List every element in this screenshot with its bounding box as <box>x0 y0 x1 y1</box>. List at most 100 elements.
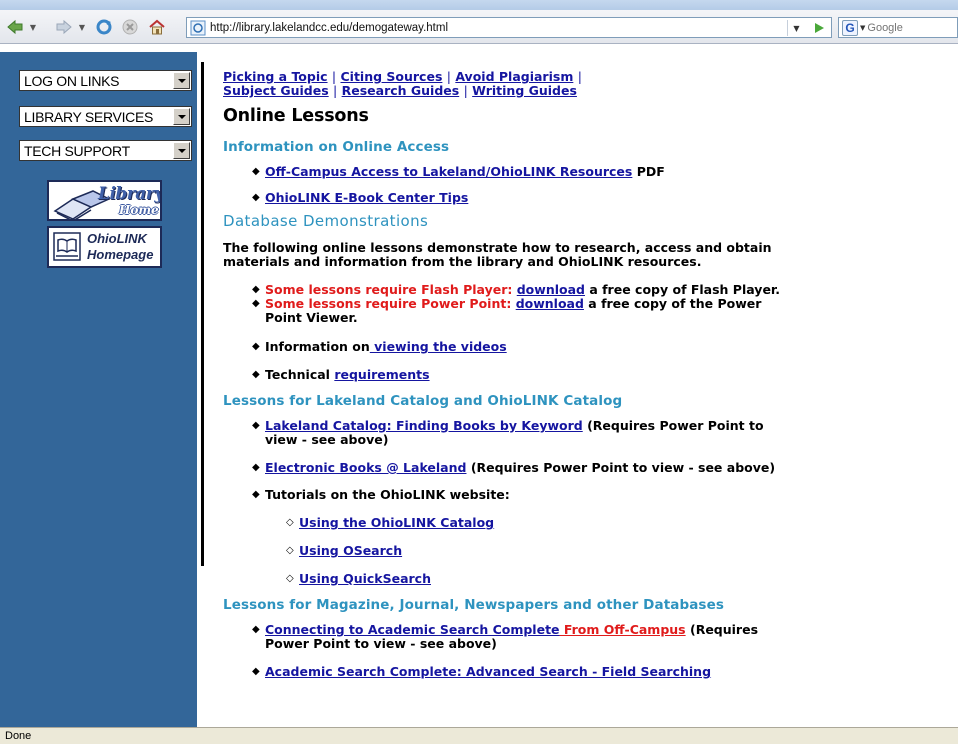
go-button[interactable] <box>810 20 828 36</box>
status-bar: Done <box>0 727 958 744</box>
section-heading-catalog: Lessons for Lakeland Catalog and OhioLIN… <box>223 393 623 409</box>
window-top-strip <box>0 0 958 10</box>
nav-separator: | <box>577 69 582 84</box>
forward-history-dropdown[interactable]: ▼ <box>77 19 87 35</box>
ebook-center-tips-link[interactable]: OhioLINK E-Book Center Tips <box>265 190 468 205</box>
nav-link-research-guides[interactable]: Research Guides <box>342 83 460 98</box>
using-osearch-link[interactable]: Using OSearch <box>299 543 402 558</box>
page-icon <box>190 20 206 35</box>
ohiolink-logo-line2: Homepage <box>87 247 154 262</box>
status-text: Done <box>5 730 32 742</box>
ohiolink-homepage-link[interactable]: OhioLINK Homepage <box>47 226 162 268</box>
section-heading-database-demos: Database Demonstrations <box>223 212 429 230</box>
list-item: ◆ Off-Campus Access to Lakeland/OhioLINK … <box>223 165 958 179</box>
bullet-icon: ◆ <box>252 420 260 431</box>
nav-link-subject-guides[interactable]: Subject Guides <box>223 83 329 98</box>
back-button[interactable] <box>6 19 24 35</box>
flash-suffix: a free copy of Flash Player. <box>584 282 781 297</box>
chevron-down-icon <box>173 108 190 125</box>
technical-requirements-link[interactable]: requirements <box>334 367 429 382</box>
search-box: G ▼ <box>838 17 958 38</box>
viewing-videos-link[interactable]: viewing the videos <box>370 339 507 354</box>
bullet-icon: ◆ <box>252 284 260 295</box>
chevron-down-icon <box>173 72 190 89</box>
reload-button[interactable] <box>95 19 113 35</box>
nav-separator: | <box>331 69 337 84</box>
library-logo-word: Library <box>98 184 162 204</box>
flash-requirement-note: Some lessons require Flash Player: <box>265 282 517 297</box>
bullet-icon: ◆ <box>252 192 260 203</box>
ohiolink-book-icon <box>53 232 81 261</box>
bullet-icon: ◆ <box>252 489 260 500</box>
list-item: ◆ Information on viewing the videos <box>223 340 958 354</box>
bullet-icon: ◆ <box>252 369 260 380</box>
list-item: ◆ OhioLINK E-Book Center Tips <box>223 191 958 205</box>
top-navigation: Picking a Topic | Citing Sources | Avoid… <box>223 70 958 98</box>
nav-link-citing-sources[interactable]: Citing Sources <box>340 69 442 84</box>
search-input[interactable] <box>867 21 948 34</box>
address-bar[interactable]: http://library.lakelandcc.edu/demogatewa… <box>186 17 832 38</box>
stop-button[interactable] <box>121 19 139 35</box>
demos-intro-line2: materials and information from the libra… <box>223 254 702 269</box>
online-access-list: ◆ Off-Campus Access to Lakeland/OhioLINK … <box>223 165 958 205</box>
log-on-links-select[interactable]: LOG ON LINKS <box>19 70 192 91</box>
section-heading-magazines: Lessons for Magazine, Journal, Newspaper… <box>223 597 724 613</box>
powerpoint-suffix-1: a free copy of the Power <box>583 296 762 311</box>
using-quicksearch-link[interactable]: Using QuickSearch <box>299 571 431 586</box>
home-button[interactable] <box>148 19 166 35</box>
ohiolink-tutorials-label: Tutorials on the OhioLINK website: <box>265 487 510 502</box>
address-history-dropdown[interactable]: ▼ <box>787 20 805 36</box>
from-off-campus-link[interactable]: From Off-Campus <box>560 622 686 637</box>
select-label: TECH SUPPORT <box>24 142 130 159</box>
demos-intro-line1: The following online lessons demonstrate… <box>223 240 772 255</box>
ohiolink-logo-text: OhioLINK Homepage <box>87 231 153 263</box>
chevron-down-icon <box>173 142 190 159</box>
hollow-bullet-icon: ◇ <box>286 545 294 556</box>
forward-button[interactable] <box>55 19 73 35</box>
nav-link-writing-guides[interactable]: Writing Guides <box>472 83 577 98</box>
home-icon <box>149 19 165 35</box>
using-ohiolink-catalog-link[interactable]: Using the OhioLINK Catalog <box>299 515 494 530</box>
list-item: ◆ Tutorials on the OhioLINK website: <box>223 488 958 502</box>
ohiolink-logo-line1: OhioLINK <box>87 231 147 246</box>
catalog-item1-suffix-1: (Requires Power Point to <box>582 418 764 433</box>
library-home-link[interactable]: Library Home <box>47 180 162 221</box>
chevron-down-icon[interactable]: ▼ <box>860 24 865 32</box>
academic-search-complete-link[interactable]: Connecting to Academic Search Complete <box>265 622 560 637</box>
search-engine-icon[interactable]: G <box>842 19 858 36</box>
pdf-note: PDF <box>632 164 665 179</box>
nav-link-picking-a-topic[interactable]: Picking a Topic <box>223 69 328 84</box>
catalog-lessons-list: ◆ Lakeland Catalog: Finding Books by Keyw… <box>223 419 958 586</box>
list-item: ◆ Academic Search Complete: Advanced Sear… <box>223 665 958 679</box>
select-label: LOG ON LINKS <box>24 72 120 89</box>
powerpoint-requirement-note: Some lessons require Power Point: <box>265 296 516 311</box>
reload-icon <box>96 19 112 35</box>
powerpoint-download-link[interactable]: download <box>516 296 584 311</box>
back-history-dropdown[interactable]: ▼ <box>28 19 38 35</box>
chevron-down-icon: ▼ <box>29 22 37 32</box>
flash-download-link[interactable]: download <box>517 282 585 297</box>
list-item: ◆ Technical requirements <box>223 368 958 382</box>
catalog-item1-suffix-2: view - see above) <box>265 432 389 447</box>
advanced-field-search-link[interactable]: Academic Search Complete: Advanced Searc… <box>265 664 711 679</box>
magazine-lessons-list: ◆ Connecting to Academic Search Complete … <box>223 623 958 679</box>
magazine-item1-suffix-2: Power Point to view - see above) <box>265 636 497 651</box>
tech-support-select[interactable]: TECH SUPPORT <box>19 140 192 161</box>
browser-toolbar: ▼ ▼ http://library.lakelandcc.edu/demoga… <box>0 10 958 44</box>
hollow-bullet-icon: ◇ <box>286 517 294 528</box>
library-services-select[interactable]: LIBRARY SERVICES <box>19 106 192 127</box>
videos-prefix: Information on <box>265 339 370 354</box>
electronic-books-link[interactable]: Electronic Books @ Lakeland <box>265 460 466 475</box>
chevron-down-icon: ▼ <box>793 23 800 33</box>
catalog-item2-suffix: (Requires Power Point to view - see abov… <box>466 460 776 475</box>
list-item: ◆ Connecting to Academic Search Complete … <box>223 623 958 651</box>
list-item: ◆ Some lessons require Flash Player: down… <box>223 283 958 297</box>
back-arrow-icon <box>7 19 23 35</box>
nav-separator: | <box>333 83 338 98</box>
off-campus-access-link[interactable]: Off-Campus Access to Lakeland/OhioLINK R… <box>265 164 632 179</box>
lakeland-catalog-keyword-link[interactable]: Lakeland Catalog: Finding Books by Keywo… <box>265 418 583 433</box>
technical-prefix: Technical <box>265 367 335 382</box>
nav-link-avoid-plagiarism[interactable]: Avoid Plagiarism <box>455 69 573 84</box>
stop-icon <box>122 19 138 35</box>
list-item: ◇ Using the OhioLINK Catalog <box>223 516 958 530</box>
